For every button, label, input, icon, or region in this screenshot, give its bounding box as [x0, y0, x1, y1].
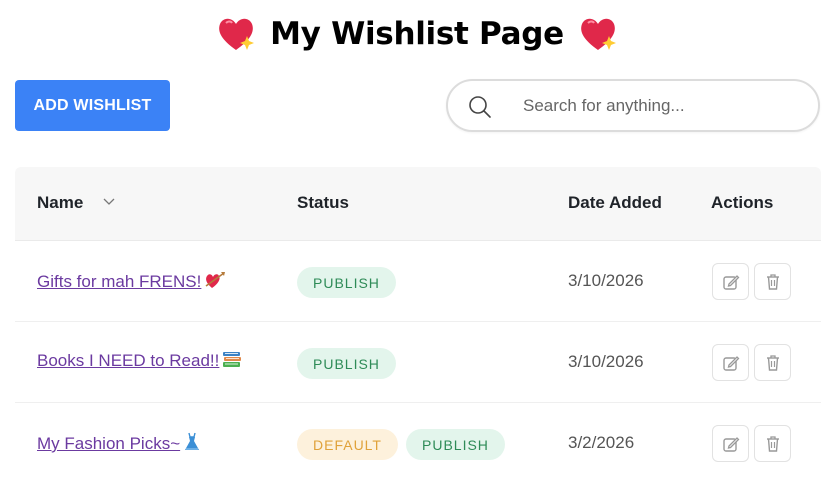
status-badge-default: DEFAULT — [297, 429, 398, 460]
edit-button[interactable] — [712, 425, 749, 462]
status-badge-publish: PUBLISH — [297, 348, 396, 379]
date-added: 3/10/2026 — [568, 352, 644, 371]
search-icon — [468, 95, 492, 119]
status-badge-publish: PUBLISH — [297, 267, 396, 298]
trash-icon — [766, 435, 779, 452]
title-row: My Wishlist Page — [0, 10, 834, 58]
column-header-actions: Actions — [711, 193, 774, 212]
search-bar — [446, 79, 820, 132]
wishlist-name-link[interactable]: Gifts for mah FRENS! — [37, 270, 226, 295]
date-added: 3/2/2026 — [568, 433, 635, 452]
delete-button[interactable] — [754, 263, 791, 300]
date-added: 3/10/2026 — [568, 271, 644, 290]
add-wishlist-button[interactable]: ADD WISHLIST — [15, 80, 170, 131]
chevron-down-icon[interactable] — [103, 194, 115, 206]
column-header-status: Status — [297, 193, 349, 212]
wishlist-name-link[interactable]: Books I NEED to Read!! — [37, 351, 242, 374]
books-icon — [222, 351, 242, 374]
table-header: Name Status Date Added Actions — [15, 167, 821, 241]
delete-button[interactable] — [754, 425, 791, 462]
wishlist-name-link[interactable]: My Fashion Picks~ — [37, 432, 201, 457]
edit-button[interactable] — [712, 263, 749, 300]
wishlist-table: Name Status Date Added Actions Gifts for… — [15, 167, 821, 480]
status-badge-publish: PUBLISH — [406, 429, 505, 460]
search-input[interactable] — [523, 91, 803, 121]
trash-icon — [766, 273, 779, 290]
page-title: My Wishlist Page — [270, 16, 564, 52]
table-row: Books I NEED to Read!! PUBLISH 3/10/2026 — [15, 322, 821, 403]
sparkling-heart-icon — [578, 14, 618, 54]
table-row: Gifts for mah FRENS! PUBLISH 3/10/2026 — [15, 241, 821, 322]
delete-button[interactable] — [754, 344, 791, 381]
edit-button[interactable] — [712, 344, 749, 381]
edit-icon — [722, 274, 739, 290]
table-row: My Fashion Picks~ DEFAULT PUBLISH 3/2/20… — [15, 403, 821, 480]
trash-icon — [766, 354, 779, 371]
column-header-date-added: Date Added — [568, 193, 662, 212]
edit-icon — [722, 355, 739, 371]
dress-icon — [183, 432, 201, 457]
heart-arrow-icon — [204, 270, 226, 295]
edit-icon — [722, 436, 739, 452]
column-header-name[interactable]: Name — [37, 193, 83, 213]
sparkling-heart-icon — [216, 14, 256, 54]
